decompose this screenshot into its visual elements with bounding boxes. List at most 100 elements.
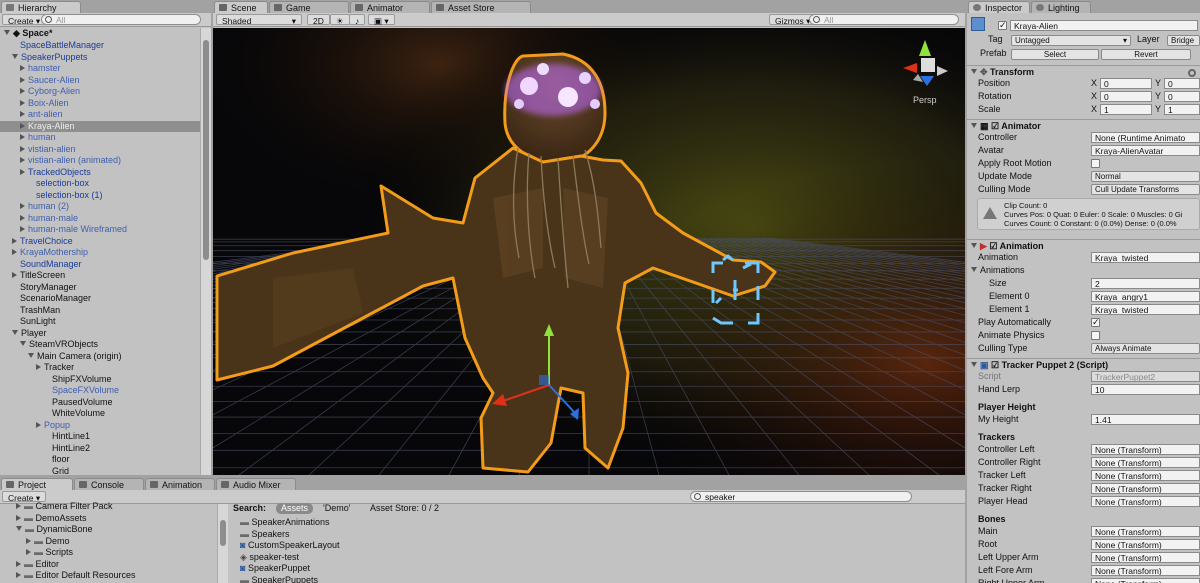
tab-asset-store[interactable]: Asset Store xyxy=(431,1,531,13)
prefab-revert-button[interactable]: Revert xyxy=(1101,49,1191,60)
hierarchy-item[interactable]: TrackedObjects xyxy=(20,167,91,178)
hierarchy-item[interactable]: Cyborg-Alien xyxy=(20,86,80,97)
project-result-item[interactable]: ◙ SpeakerPuppet xyxy=(240,563,310,574)
transform-y-field[interactable]: 0 xyxy=(1164,78,1200,89)
fold-open-icon[interactable] xyxy=(28,352,34,358)
element1-field[interactable]: Kraya_twisted xyxy=(1091,304,1200,315)
project-search-input[interactable]: speaker xyxy=(690,491,912,502)
tab-hierarchy[interactable]: Hierarchy xyxy=(1,1,81,13)
hierarchy-item[interactable]: TravelChoice xyxy=(12,236,73,247)
fold-closed-icon[interactable] xyxy=(20,88,25,94)
animations-label[interactable]: Animations xyxy=(971,264,1200,277)
project-folder-item[interactable]: ▬ Camera Filter Pack xyxy=(16,501,113,512)
fold-closed-icon[interactable] xyxy=(20,168,25,175)
project-folder-item[interactable]: ▬ Scripts xyxy=(26,547,73,558)
project-folder-item[interactable]: ▬ DynamicBone xyxy=(16,524,93,535)
hierarchy-item[interactable]: SoundManager xyxy=(12,259,82,270)
hierarchy-item[interactable]: Popup xyxy=(36,420,70,431)
tab-animation[interactable]: Animation xyxy=(145,478,215,490)
object-name-field[interactable]: Kraya-Alien xyxy=(1010,20,1198,31)
hierarchy-item[interactable]: human (2) xyxy=(20,201,69,212)
hierarchy-item[interactable]: vistian-alien xyxy=(20,144,76,155)
hierarchy-item[interactable]: selection-box xyxy=(28,178,89,189)
project-folder-item[interactable]: ▬ Demo xyxy=(26,536,70,547)
active-checkbox[interactable] xyxy=(998,20,1007,31)
transform-object-field[interactable]: None (Transform) xyxy=(1091,539,1200,550)
project-folder-item[interactable]: ▬ Editor xyxy=(16,559,59,570)
avatar-field[interactable]: Kraya-AlienAvatar xyxy=(1091,145,1200,156)
fold-closed-icon[interactable] xyxy=(20,214,25,221)
hierarchy-item[interactable]: Player xyxy=(12,328,47,339)
hierarchy-item[interactable]: HintLine1 xyxy=(44,431,90,442)
element0-field[interactable]: Kraya_angry1 xyxy=(1091,291,1200,302)
fold-closed-icon[interactable] xyxy=(16,503,21,509)
tab-lighting[interactable]: Lighting xyxy=(1031,1,1091,13)
transform-object-field[interactable]: None (Transform) xyxy=(1091,457,1200,468)
persp-label[interactable]: Persp xyxy=(913,95,937,105)
hierarchy-item[interactable]: TitleScreen xyxy=(12,270,65,281)
project-result-item[interactable]: ◙ CustomSpeakerLayout xyxy=(240,540,340,551)
update-mode-dropdown[interactable]: Normal xyxy=(1091,171,1200,182)
fold-closed-icon[interactable] xyxy=(20,145,25,152)
hierarchy-item[interactable]: SunLight xyxy=(12,316,56,327)
toggle-2d-button[interactable]: 2D xyxy=(307,14,330,26)
hierarchy-item[interactable]: Tracker xyxy=(36,362,74,373)
tab-animator[interactable]: Animator xyxy=(350,1,430,13)
transform-object-field[interactable]: None (Transform) xyxy=(1091,565,1200,576)
controller-field[interactable]: None (Runtime Animato xyxy=(1091,132,1200,143)
transform-object-field[interactable]: None (Transform) xyxy=(1091,526,1200,537)
fold-closed-icon[interactable] xyxy=(12,237,17,244)
fold-closed-icon[interactable] xyxy=(16,560,21,567)
hierarchy-item[interactable]: hamster xyxy=(20,63,61,74)
hierarchy-item[interactable]: TrashMan xyxy=(12,305,60,316)
transform-y-field[interactable]: 1 xyxy=(1164,104,1200,115)
root-motion-checkbox[interactable] xyxy=(1091,159,1100,168)
project-result-item[interactable]: ▬ SpeakerAnimations xyxy=(240,517,330,528)
fold-closed-icon[interactable] xyxy=(20,226,25,232)
transform-object-field[interactable]: None (Transform) xyxy=(1091,470,1200,481)
culling-mode-dropdown[interactable]: Cull Update Transforms xyxy=(1091,184,1200,195)
lighting-toggle-icon[interactable]: ☀ xyxy=(330,14,350,26)
fold-closed-icon[interactable] xyxy=(36,364,41,370)
animator-enabled-checkbox[interactable]: ☑ xyxy=(991,121,1001,131)
scene-viewport[interactable]: Persp xyxy=(213,28,965,475)
fold-closed-icon[interactable] xyxy=(16,572,21,578)
hierarchy-item[interactable]: floor xyxy=(44,454,70,465)
hierarchy-item[interactable]: SpaceBattleManager xyxy=(12,40,104,51)
fold-open-icon[interactable] xyxy=(20,341,26,346)
hierarchy-item[interactable]: Boix-Alien xyxy=(20,98,69,109)
search-scope-demo[interactable]: 'Demo' xyxy=(323,503,350,514)
tab-project[interactable]: Project xyxy=(1,478,73,490)
transform-object-field[interactable]: None (Transform) xyxy=(1091,552,1200,563)
animate-physics-checkbox[interactable] xyxy=(1091,331,1100,340)
transform-object-field[interactable]: None (Transform) xyxy=(1091,578,1200,583)
transform-x-field[interactable]: 1 xyxy=(1100,104,1152,115)
hierarchy-item[interactable]: StoryManager xyxy=(12,282,77,293)
tab-inspector[interactable]: Inspector xyxy=(968,1,1030,13)
layer-dropdown[interactable]: Bridge xyxy=(1167,35,1200,46)
project-result-item[interactable]: ▬ SpeakerPuppets xyxy=(240,575,318,583)
prefab-select-button[interactable]: Select xyxy=(1011,49,1099,60)
hierarchy-item[interactable]: ScenarioManager xyxy=(12,293,91,304)
effects-dropdown-icon[interactable]: ▣ ▾ xyxy=(368,14,395,26)
fold-closed-icon[interactable] xyxy=(12,249,17,255)
fold-closed-icon[interactable] xyxy=(16,514,21,521)
size-field[interactable]: 2 xyxy=(1091,278,1200,289)
script-enabled-checkbox[interactable]: ☑ xyxy=(991,360,1002,370)
fold-closed-icon[interactable] xyxy=(20,157,25,163)
project-result-item[interactable]: ◈ speaker-test xyxy=(240,552,299,563)
hierarchy-item[interactable]: vistian-alien (animated) xyxy=(20,155,121,166)
animation-enabled-checkbox[interactable]: ☑ xyxy=(989,241,999,251)
scroll-thumb[interactable] xyxy=(220,520,226,546)
tab-audio-mixer[interactable]: Audio Mixer xyxy=(216,478,296,490)
hierarchy-item[interactable]: human xyxy=(20,132,56,143)
fold-closed-icon[interactable] xyxy=(26,537,31,544)
transform-x-field[interactable]: 0 xyxy=(1100,78,1152,89)
hierarchy-item[interactable]: Saucer-Alien xyxy=(20,75,80,86)
hierarchy-item[interactable]: selection-box (1) xyxy=(28,190,103,201)
project-folder-item[interactable]: ▬ DemoAssets xyxy=(16,513,87,524)
hand-lerp-field[interactable]: 10 xyxy=(1091,384,1200,395)
fold-open-icon[interactable] xyxy=(16,526,22,531)
culling-type-dropdown[interactable]: Always Animate xyxy=(1091,343,1200,354)
tab-console[interactable]: Console xyxy=(74,478,144,490)
